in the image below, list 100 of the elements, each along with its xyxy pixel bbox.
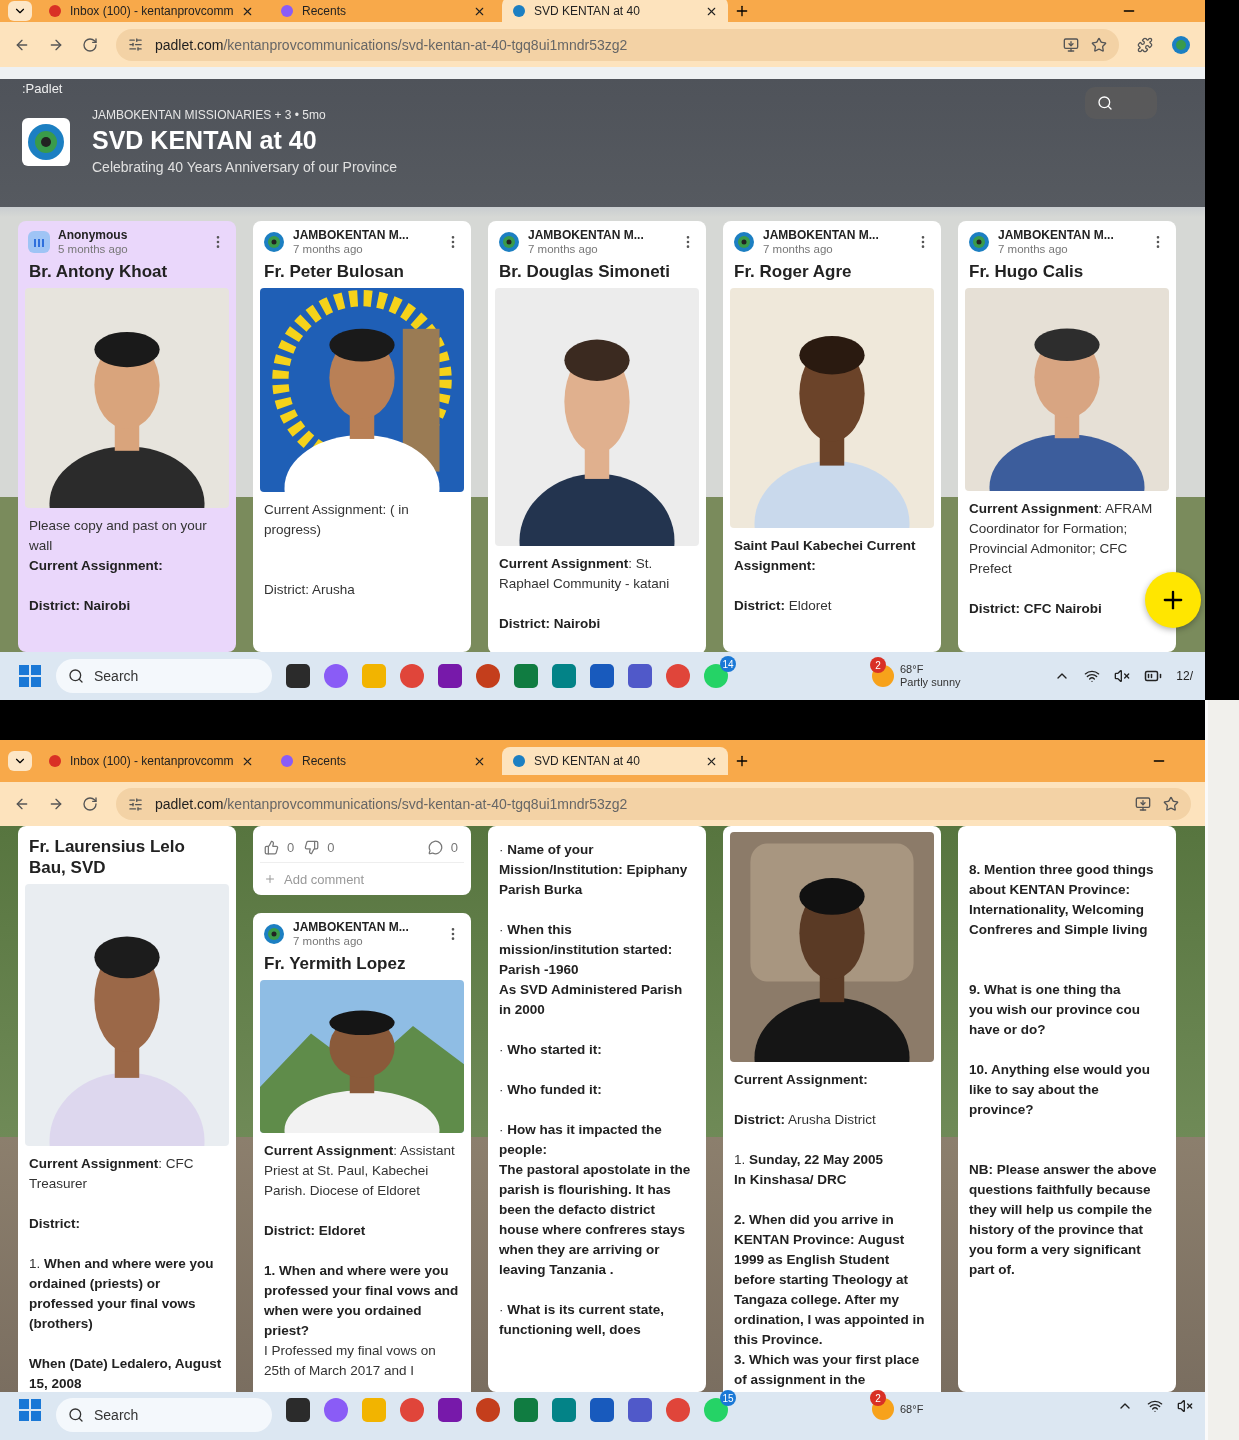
author-name: JAMBOKENTAN M...	[998, 228, 1115, 242]
app-icon[interactable]	[286, 664, 310, 688]
wifi-icon[interactable]	[1084, 668, 1101, 684]
card-text: Current Assignment: St. Raphael Community - katani	[499, 555, 671, 593]
install-icon[interactable]	[1063, 36, 1079, 53]
new-tab-icon[interactable]	[734, 3, 750, 19]
post-time: 7 months ago	[763, 242, 834, 256]
board-logo-icon	[22, 117, 70, 166]
search-button[interactable]	[1085, 87, 1157, 119]
card-text: When (Date) Ledalero, August 15, 2008	[29, 1355, 223, 1392]
card-text: District: CFC Nairobi	[969, 600, 1103, 618]
new-tab-icon[interactable]	[734, 753, 750, 769]
reload-icon[interactable]	[82, 36, 98, 53]
app-icon[interactable]	[286, 1398, 310, 1422]
post-time: 7 months ago	[998, 242, 1069, 256]
post-title: Fr. Peter Bulosan	[263, 261, 405, 283]
site-settings-icon[interactable]	[128, 37, 143, 52]
windows-icon[interactable]	[18, 664, 42, 688]
card-text: Please copy and past on your wall Current Assignment:	[29, 517, 208, 575]
windows-icon[interactable]	[18, 1398, 42, 1422]
card-text: · Name of your Mission/Institution: Epiphany Parish Burka	[499, 841, 689, 899]
post-title: Fr. Hugo Calis	[968, 261, 1085, 283]
favicon-icon	[48, 4, 62, 18]
app-icon[interactable]	[590, 1398, 614, 1422]
favicon-icon	[512, 4, 526, 18]
app-icon[interactable]	[438, 664, 462, 688]
install-icon[interactable]	[1135, 796, 1151, 812]
search-field[interactable]: Search	[56, 659, 272, 693]
address-bar[interactable]: padlet.com/kentanprovcommunications/svd-kentan-at-40-tgq8ui1mndr53zg2	[116, 28, 1119, 61]
card-text: · What is its current state, functioning well, does	[499, 1301, 666, 1339]
wifi-icon[interactable]	[1147, 1398, 1163, 1414]
board-meta: JAMBOKENTAN MISSIONARIES + 3 • 5mo	[92, 108, 327, 122]
post-time: 7 months ago	[293, 242, 364, 256]
browser-tab[interactable]: Recents	[270, 747, 496, 775]
bookmark-icon[interactable]	[1163, 796, 1179, 812]
comment-count: 0	[450, 839, 458, 855]
app-icon[interactable]	[590, 664, 614, 688]
post-title: Br. Douglas Simoneti	[498, 261, 671, 283]
search-field[interactable]: Search	[56, 1398, 272, 1432]
board-title: SVD KENTAN at 40	[92, 126, 318, 155]
card-text: Saint Paul Kabechei Current Assignment:	[734, 537, 917, 575]
app-icon[interactable]	[438, 1398, 462, 1422]
app-icon[interactable]	[476, 1398, 500, 1422]
post-time: 7 months ago	[528, 242, 599, 256]
profile-icon[interactable]	[1171, 34, 1191, 55]
app-icon[interactable]	[628, 664, 652, 688]
card-text: 1. Sunday, 22 May 2005 In Kinshasa/ DRC	[734, 1151, 885, 1189]
browser-tab[interactable]: Inbox (100) - kentanprovcomm	[38, 747, 264, 775]
post-title: Br. Antony Khoat	[28, 261, 169, 283]
card-text: District: Eldoret	[734, 597, 833, 615]
notification-badge: 14	[720, 656, 736, 672]
browser-tab[interactable]: SVD KENTAN at 40	[502, 747, 728, 775]
card-text: District: Arusha District	[734, 1111, 877, 1129]
extensions-icon[interactable]	[1137, 36, 1153, 53]
logo-icon	[733, 231, 755, 253]
app-icon[interactable]	[628, 1398, 652, 1422]
add-post-button[interactable]	[1145, 572, 1201, 628]
tab-menu-button[interactable]	[8, 1, 32, 21]
mute-icon[interactable]	[1114, 668, 1131, 684]
card-text: District: Eldoret	[264, 1222, 367, 1240]
card-text: District: Arusha	[264, 581, 356, 599]
comment-icon[interactable]	[427, 839, 443, 855]
card-text: 2. When did you arrive in KENTAN Province: August 1999 as English Student before starting Theology at Tangaza college. After my ordination, I was appointed in this Province. 3. Which was your first place of assignment in the	[734, 1211, 926, 1389]
site-settings-icon[interactable]	[128, 796, 143, 812]
card-text: 9. What is one thing tha you wish our province cou have or do?	[969, 981, 1142, 1039]
card-text: Current Assignment: Assistant Priest at St. Paul, Kabechei Parish. Diocese of Eldoret	[264, 1142, 456, 1200]
logo-icon	[498, 231, 520, 253]
card-text: Current Assignment: ( in progress)	[264, 501, 410, 539]
card-text: 1. When and where were you professed your final vows and when were you ordained priest? I Professed my final vows on 25th of March 2017 and I	[264, 1262, 460, 1380]
browser-tab[interactable]: Recents	[270, 0, 496, 25]
favicon-icon	[280, 4, 294, 18]
bookmark-icon[interactable]	[1091, 36, 1107, 53]
logo-icon	[263, 923, 285, 945]
author-name: Anonymous	[58, 228, 129, 242]
card-text: NB: Please answer the above questions faithfully because they will help us compile the history of the province that you form a very significant part of.	[969, 1161, 1158, 1279]
clock[interactable]: 12/	[1176, 669, 1193, 683]
logo-icon	[263, 231, 285, 253]
tab-menu-button[interactable]	[8, 751, 32, 771]
notification-badge: 15	[720, 1390, 736, 1406]
browser-tab[interactable]: Inbox (100) - kentanprovcomm	[38, 0, 264, 25]
temperature: 68°F	[900, 1402, 924, 1416]
card-text: District: Nairobi	[29, 597, 132, 615]
thumbs-down-icon[interactable]	[304, 839, 320, 855]
back-icon[interactable]	[14, 796, 30, 812]
card-text: Current Assignment: AFRAM Coordinator for Formation; Provincial Admonitor; CFC Prefect	[969, 500, 1154, 578]
reload-icon[interactable]	[82, 796, 98, 812]
card-text: District: Nairobi	[499, 615, 602, 633]
post-title: Fr. Yermith Lopez	[263, 953, 407, 975]
brand-name[interactable]: :Padlet	[22, 81, 63, 96]
search-icon	[68, 1407, 84, 1423]
thumbs-up-icon[interactable]	[264, 839, 279, 855]
address-bar[interactable]: padlet.com/kentanprovcommunications/svd-kentan-at-40-tgq8ui1mndr53zg2	[116, 788, 1191, 820]
author-name: JAMBOKENTAN M...	[528, 228, 645, 242]
author-name: JAMBOKENTAN M...	[293, 920, 410, 934]
card-text: District:	[29, 1215, 81, 1233]
forward-icon[interactable]	[48, 796, 64, 812]
favicon-icon	[48, 754, 62, 768]
app-icon[interactable]	[476, 664, 500, 688]
board-subtitle: Celebrating 40 Years Anniversary of our Province	[92, 159, 398, 175]
mute-icon[interactable]	[1177, 1398, 1193, 1414]
